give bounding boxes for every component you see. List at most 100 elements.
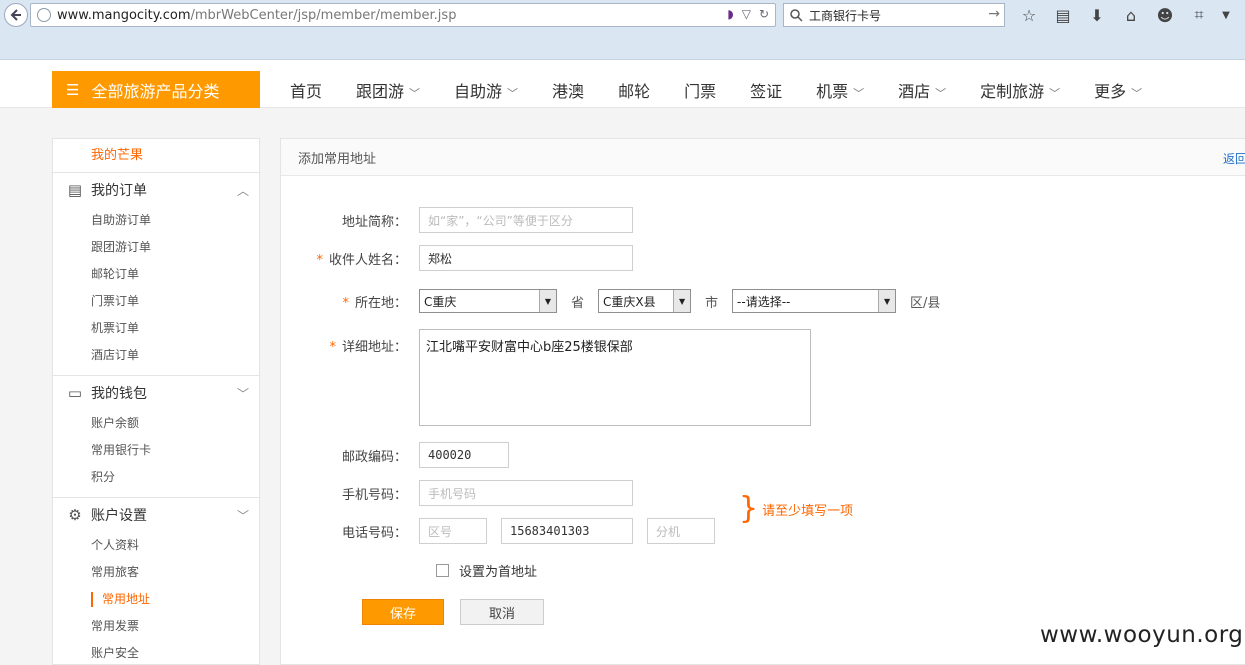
back-arrow-icon[interactable] bbox=[4, 3, 28, 27]
all-categories-button[interactable]: ☰ 全部旅游产品分类 bbox=[52, 71, 260, 108]
district-select[interactable]: --请选择-- ▼ bbox=[732, 289, 897, 313]
name-input[interactable]: 郑松 bbox=[419, 245, 633, 271]
back-link[interactable]: 返回 bbox=[1223, 150, 1245, 167]
phone-row: 电话号码： 区号 15683401303 分机 bbox=[281, 518, 715, 544]
sidebar-item[interactable]: 常用地址 bbox=[53, 586, 259, 613]
nav-item[interactable]: 跟团游 ﹀ bbox=[344, 78, 432, 102]
alias-row: 地址简称： 如“家”，“公司”等便于区分 bbox=[281, 207, 633, 233]
nav-item-label: 机票 bbox=[816, 81, 849, 101]
chevron-down-icon: ▼ bbox=[673, 290, 691, 312]
sidebar-group-header[interactable]: ⚙ 账户设置 ﹀ bbox=[53, 498, 259, 532]
list-icon: ☰ bbox=[66, 80, 80, 99]
sidebar-item[interactable]: 账户余额 bbox=[53, 410, 259, 437]
address-bar[interactable]: www.mangocity.com/mbrWebCenter/jsp/membe… bbox=[30, 3, 776, 27]
sidebar-group-title: 账户设置 bbox=[91, 508, 147, 524]
alias-input[interactable]: 如“家”，“公司”等便于区分 bbox=[419, 207, 633, 233]
area-code-input[interactable]: 区号 bbox=[419, 518, 487, 544]
nav-item-label: 酒店 bbox=[898, 81, 931, 101]
sidebar-group-header[interactable]: ▤ 我的订单 ︿ bbox=[53, 173, 259, 207]
province-select[interactable]: C重庆 ▼ bbox=[419, 289, 557, 313]
chevron-up-icon[interactable]: ︿ bbox=[237, 182, 249, 199]
chevron-down-icon: ﹀ bbox=[1131, 86, 1143, 100]
sidebar-group: ▭ 我的钱包 ﹀ 账户余额 常用银行卡 积分 bbox=[53, 376, 259, 498]
search-go-icon[interactable]: → bbox=[988, 6, 1000, 22]
required-mark: * bbox=[316, 252, 323, 268]
city-select[interactable]: C重庆X县 ▼ bbox=[598, 289, 692, 313]
default-address-checkbox[interactable] bbox=[436, 564, 449, 577]
chevron-down-icon[interactable]: ﹀ bbox=[237, 385, 249, 402]
nav-item[interactable]: 邮轮 bbox=[606, 78, 662, 102]
postcode-input[interactable]: 400020 bbox=[419, 442, 509, 468]
panel-header: 添加常用地址 返回 bbox=[281, 139, 1245, 176]
reading-list-icon[interactable]: ▤ bbox=[1046, 3, 1080, 27]
url-domain: www.mangocity.com bbox=[57, 7, 191, 23]
site-nav: ☰ 全部旅游产品分类 首页 跟团游 ﹀ 自助游 ﹀ 港澳 邮轮 门票 签证 机票 ﹀ 酒店 ﹀ 定制旅游 ﹀… bbox=[0, 60, 1245, 108]
nav-item[interactable]: 签证 bbox=[738, 78, 794, 102]
nav-item[interactable]: 酒店 ﹀ bbox=[886, 78, 958, 102]
nav-item-label: 签证 bbox=[750, 81, 783, 101]
search-icon bbox=[790, 8, 803, 22]
watermark: www.wooyun.org bbox=[1040, 622, 1244, 648]
nav-item[interactable]: 门票 bbox=[672, 78, 728, 102]
chat-icon[interactable]: ☻ bbox=[1148, 3, 1182, 27]
sidebar-item[interactable]: 积分 bbox=[53, 464, 259, 491]
globe-icon bbox=[37, 8, 51, 22]
member-sidebar: 我的芒果 ▤ 我的订单 ︿ 自助游订单 跟团游订单 邮轮订单 门票订单 机票订单 酒店订单 ▭ 我的… bbox=[52, 138, 260, 665]
download-icon[interactable]: ⬇ bbox=[1080, 3, 1114, 27]
menu-dropdown-icon[interactable]: ▼ bbox=[1216, 3, 1236, 27]
reload-icon[interactable]: ↻ bbox=[759, 7, 769, 21]
extension-input[interactable]: 分机 bbox=[647, 518, 715, 544]
phone-input[interactable]: 15683401303 bbox=[501, 518, 633, 544]
nav-item[interactable]: 首页 bbox=[278, 78, 334, 102]
phone-label: 电话号码： bbox=[341, 525, 407, 541]
contact-hint-text: 请至少填写一项 bbox=[762, 503, 854, 519]
nav-item[interactable]: 更多 ﹀ bbox=[1082, 78, 1154, 102]
search-text: 工商银行卡号 bbox=[809, 8, 882, 23]
alias-label: 地址简称： bbox=[341, 214, 407, 230]
nav-item[interactable]: 机票 ﹀ bbox=[804, 78, 876, 102]
sidebar-item[interactable]: 常用发票 bbox=[53, 613, 259, 640]
postcode-row: 邮政编码： 400020 bbox=[281, 442, 509, 468]
mobile-input[interactable]: 手机号码 bbox=[419, 480, 633, 506]
addon-icon[interactable]: ◗ bbox=[727, 7, 733, 21]
nav-item-label: 跟团游 bbox=[356, 81, 405, 101]
bookmark-star-icon[interactable]: ☆ bbox=[1012, 3, 1046, 27]
nav-item[interactable]: 定制旅游 ﹀ bbox=[968, 78, 1072, 102]
required-mark: * bbox=[342, 295, 349, 311]
chevron-down-icon: ﹀ bbox=[853, 86, 865, 100]
sidebar-my-mango[interactable]: 我的芒果 bbox=[53, 139, 259, 173]
sidebar-item[interactable]: 常用旅客 bbox=[53, 559, 259, 586]
sidebar-item[interactable]: 跟团游订单 bbox=[53, 234, 259, 261]
nav-item-label: 邮轮 bbox=[618, 81, 651, 101]
postcode-label: 邮政编码： bbox=[341, 449, 407, 465]
cancel-button[interactable]: 取消 bbox=[460, 599, 544, 625]
brace-icon: } bbox=[739, 491, 759, 526]
wallet-icon: ▭ bbox=[67, 384, 83, 402]
dropdown-arrow-icon[interactable]: ▽ bbox=[742, 7, 751, 21]
mobile-label: 手机号码： bbox=[341, 487, 407, 503]
required-mark: * bbox=[329, 340, 336, 355]
detail-label: 详细地址： bbox=[341, 340, 407, 355]
category-label: 全部旅游产品分类 bbox=[91, 81, 220, 101]
search-bar[interactable]: 工商银行卡号 → bbox=[783, 3, 1005, 27]
sidebar-group-header[interactable]: ▭ 我的钱包 ﹀ bbox=[53, 376, 259, 410]
detail-address-textarea[interactable]: 江北嘴平安财富中心b座25楼银保部 bbox=[419, 329, 811, 426]
sidebar-item[interactable]: 常用银行卡 bbox=[53, 437, 259, 464]
sidebar-item[interactable]: 酒店订单 bbox=[53, 342, 259, 369]
sidebar-item[interactable]: 自助游订单 bbox=[53, 207, 259, 234]
sidebar-item[interactable]: 机票订单 bbox=[53, 315, 259, 342]
sidebar-item[interactable]: 门票订单 bbox=[53, 288, 259, 315]
save-button[interactable]: 保存 bbox=[362, 599, 444, 625]
crop-icon[interactable]: ⌗ bbox=[1182, 3, 1216, 27]
district-unit: 区/县 bbox=[910, 295, 941, 311]
sidebar-item[interactable]: 个人资料 bbox=[53, 532, 259, 559]
sidebar-item[interactable]: 账户安全 bbox=[53, 640, 259, 665]
city-value: C重庆X县 bbox=[603, 294, 656, 309]
chevron-down-icon: ﹀ bbox=[935, 86, 947, 100]
sidebar-item[interactable]: 邮轮订单 bbox=[53, 261, 259, 288]
mobile-row: 手机号码： 手机号码 bbox=[281, 480, 633, 506]
nav-item[interactable]: 自助游 ﹀ bbox=[442, 78, 530, 102]
home-icon[interactable]: ⌂ bbox=[1114, 3, 1148, 27]
nav-item[interactable]: 港澳 bbox=[540, 78, 596, 102]
chevron-down-icon[interactable]: ﹀ bbox=[237, 507, 249, 524]
